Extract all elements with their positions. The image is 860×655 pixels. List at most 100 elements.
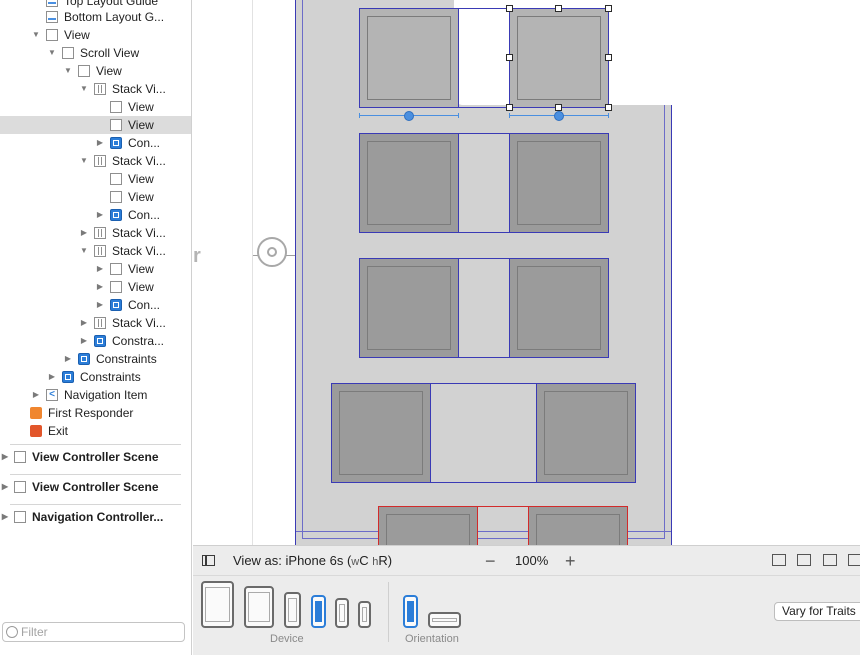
stack-item-view-conflict[interactable] — [528, 506, 628, 545]
scene-navigation-controller[interactable]: ▶ Navigation Controller... — [0, 506, 191, 528]
stack-icon[interactable] — [797, 554, 811, 566]
disclosure-closed-icon[interactable]: ▶ — [95, 206, 105, 224]
outline-item-content-view[interactable]: ▼ View — [0, 62, 191, 80]
disclosure-closed-icon[interactable]: ▶ — [79, 314, 89, 332]
outline-item-stack-view-4[interactable]: ▼ Stack Vi... — [0, 242, 191, 260]
stack-view-icon — [94, 245, 106, 257]
outline-item-exit[interactable]: Exit — [0, 422, 191, 440]
segue-arrow-glyph: r — [193, 245, 201, 267]
stack-item-view[interactable] — [536, 383, 636, 483]
disclosure-closed-icon[interactable]: ▶ — [63, 350, 73, 368]
outline-item-view[interactable]: ▶ View — [0, 260, 191, 278]
view-icon — [110, 191, 122, 203]
landscape-orientation-icon[interactable] — [428, 612, 461, 628]
outline-item-first-responder[interactable]: First Responder — [0, 404, 191, 422]
equal-width-constraint-icon[interactable] — [404, 111, 414, 121]
resize-handle[interactable] — [555, 104, 562, 111]
zoom-in-button[interactable]: + — [565, 546, 576, 576]
portrait-orientation-icon[interactable] — [403, 595, 418, 628]
resize-handle[interactable] — [605, 104, 612, 111]
toggle-outline-icon[interactable] — [202, 555, 215, 566]
stack-item-view[interactable] — [331, 383, 431, 483]
disclosure-closed-icon[interactable]: ▶ — [95, 260, 105, 278]
outline-item-view[interactable]: View — [0, 188, 191, 206]
view-icon — [110, 281, 122, 293]
disclosure-closed-icon[interactable]: ▶ — [95, 134, 105, 152]
constraints-icon — [62, 371, 74, 383]
scene-icon — [14, 511, 26, 523]
stack-item-view[interactable] — [509, 258, 609, 358]
filter-field[interactable]: Filter — [2, 622, 185, 642]
disclosure-closed-icon[interactable]: ▶ — [79, 224, 89, 242]
disclosure-closed-icon[interactable]: ▶ — [47, 368, 57, 386]
resize-handle[interactable] — [605, 54, 612, 61]
disclosure-open-icon[interactable]: ▼ — [79, 80, 89, 98]
disclosure-closed-icon[interactable]: ▶ — [0, 506, 10, 528]
outline-item-constraints[interactable]: ▶ Con... — [0, 134, 191, 152]
outline-item-view[interactable]: View — [0, 170, 191, 188]
disclosure-closed-icon[interactable]: ▶ — [0, 476, 10, 498]
stack-item-view[interactable] — [359, 8, 459, 108]
outline-item-bottom-layout-guide[interactable]: Bottom Layout G... — [0, 8, 191, 26]
disclosure-closed-icon[interactable]: ▶ — [95, 278, 105, 296]
update-frames-icon[interactable] — [772, 554, 786, 566]
view-as-label[interactable]: View as: iPhone 6s (wC hR) — [233, 546, 392, 577]
layout-guide-icon — [46, 11, 58, 23]
view-controller-frame[interactable] — [295, 0, 720, 545]
zoom-out-button[interactable]: − — [485, 546, 496, 576]
layout-guide-icon — [46, 0, 58, 7]
stack-item-view[interactable] — [359, 133, 459, 233]
storyboard-canvas[interactable]: r — [193, 0, 860, 545]
stack-item-view[interactable] — [359, 258, 459, 358]
outline-item-view[interactable]: ▼ View — [0, 26, 191, 44]
scroll-view-icon — [62, 47, 74, 59]
disclosure-closed-icon[interactable]: ▶ — [31, 386, 41, 404]
outline-item-constraints[interactable]: ▶ Con... — [0, 296, 191, 314]
disclosure-open-icon[interactable]: ▼ — [31, 26, 41, 44]
resize-handle[interactable] — [506, 54, 513, 61]
outline-item-stack-view-2[interactable]: ▼ Stack Vi... — [0, 152, 191, 170]
iphone-plus-device-icon[interactable] — [284, 592, 301, 628]
iphone-6s-device-icon[interactable] — [311, 595, 326, 628]
outline-item-view[interactable]: View — [0, 98, 191, 116]
scene-view-controller-2[interactable]: ▶ View Controller Scene — [0, 476, 191, 498]
ipad-pro-device-icon[interactable] — [201, 581, 234, 628]
stack-item-view-selected[interactable] — [509, 8, 609, 108]
outline-item-view-selected[interactable]: View — [0, 116, 191, 134]
stack-item-view-conflict[interactable] — [378, 506, 478, 545]
disclosure-closed-icon[interactable]: ▶ — [95, 296, 105, 314]
outline-item-navigation-item[interactable]: ▶ < Navigation Item — [0, 386, 191, 404]
iphone-4s-device-icon[interactable] — [358, 601, 371, 628]
align-icon[interactable] — [823, 554, 837, 566]
resize-handle[interactable] — [506, 104, 513, 111]
outline-item-stack-view-3[interactable]: ▶ Stack Vi... — [0, 224, 191, 242]
scene-icon — [14, 481, 26, 493]
disclosure-closed-icon[interactable]: ▶ — [0, 446, 10, 468]
vary-for-traits-button[interactable]: Vary for Traits — [774, 602, 860, 621]
pin-icon[interactable] — [848, 554, 860, 566]
resize-handle[interactable] — [506, 5, 513, 12]
disclosure-closed-icon[interactable]: ▶ — [79, 332, 89, 350]
outline-item-scroll-view[interactable]: ▼ Scroll View — [0, 44, 191, 62]
outline-item-view[interactable]: ▶ View — [0, 278, 191, 296]
iphone-se-device-icon[interactable] — [335, 598, 349, 628]
scene-view-controller-1[interactable]: ▶ View Controller Scene — [0, 446, 191, 468]
stack-item-view[interactable] — [509, 133, 609, 233]
outline-item-constraints[interactable]: ▶ Constraints — [0, 350, 191, 368]
outline-item-constraints[interactable]: ▶ Con... — [0, 206, 191, 224]
stack-view-icon — [94, 83, 106, 95]
equal-width-constraint-icon[interactable] — [554, 111, 564, 121]
ipad-device-icon[interactable] — [244, 586, 274, 628]
disclosure-open-icon[interactable]: ▼ — [63, 62, 73, 80]
resize-handle[interactable] — [605, 5, 612, 12]
outline-item-stack-view-1[interactable]: ▼ Stack Vi... — [0, 80, 191, 98]
outline-item-stack-view-5[interactable]: ▶ Stack Vi... — [0, 314, 191, 332]
outline-item-constraints[interactable]: ▶ Constraints — [0, 368, 191, 386]
resize-handle[interactable] — [555, 5, 562, 12]
disclosure-open-icon[interactable]: ▼ — [47, 44, 57, 62]
outline-item-constraints[interactable]: ▶ Constra... — [0, 332, 191, 350]
filter-placeholder: Filter — [21, 625, 48, 639]
disclosure-open-icon[interactable]: ▼ — [79, 152, 89, 170]
segue-icon[interactable] — [257, 237, 287, 267]
disclosure-open-icon[interactable]: ▼ — [79, 242, 89, 260]
